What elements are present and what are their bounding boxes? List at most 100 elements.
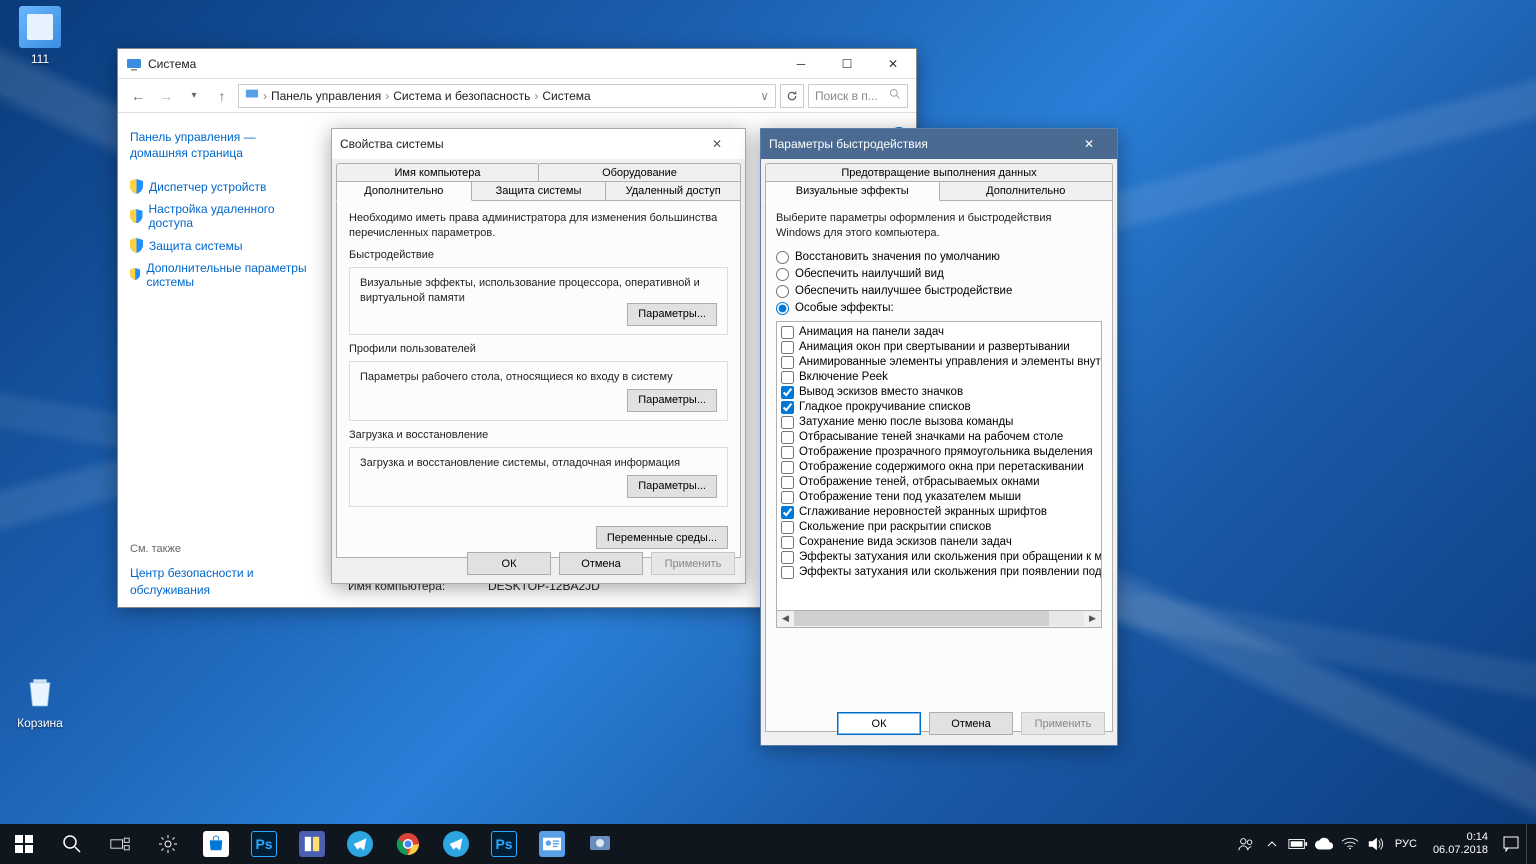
radio-best-appearance[interactable]: Обеспечить наилучший вид — [776, 268, 1102, 281]
apply-button[interactable]: Применить — [1021, 712, 1105, 735]
effect-checkbox[interactable]: Анимация окон при свертывании и разверты… — [779, 340, 1099, 355]
scroll-right-button[interactable]: ▶ — [1084, 611, 1101, 626]
volume-icon[interactable] — [1365, 824, 1387, 864]
effects-list[interactable]: Анимация на панели задачАнимация окон пр… — [776, 321, 1102, 611]
language-indicator[interactable]: РУС — [1391, 824, 1421, 864]
radio-default[interactable]: Восстановить значения по умолчанию — [776, 251, 1102, 264]
people-icon[interactable] — [1235, 824, 1257, 864]
battery-icon[interactable] — [1287, 824, 1309, 864]
checkbox[interactable] — [781, 506, 794, 519]
checkbox[interactable] — [781, 461, 794, 474]
taskbar-app-chrome[interactable] — [384, 824, 432, 864]
effect-checkbox[interactable]: Отображение тени под указателем мыши — [779, 490, 1099, 505]
sidebar-link-advanced[interactable]: Дополнительные параметры системы — [130, 257, 316, 293]
checkbox[interactable] — [781, 446, 794, 459]
effect-checkbox[interactable]: Сохранение вида эскизов панели задач — [779, 535, 1099, 550]
nav-up-button[interactable]: ↑ — [210, 84, 234, 108]
wifi-icon[interactable] — [1339, 824, 1361, 864]
search-button[interactable] — [48, 824, 96, 864]
checkbox[interactable] — [781, 431, 794, 444]
effect-checkbox[interactable]: Сглаживание неровностей экранных шрифтов — [779, 505, 1099, 520]
sidebar-link-device-manager[interactable]: Диспетчер устройств — [130, 175, 316, 198]
ok-button[interactable]: ОК — [467, 552, 551, 575]
checkbox[interactable] — [781, 566, 794, 579]
effect-checkbox[interactable]: Отбрасывание теней значками на рабочем с… — [779, 430, 1099, 445]
nav-back-button[interactable]: ← — [126, 84, 150, 108]
desktop-icon-folder[interactable]: 111 — [2, 6, 78, 66]
checkbox[interactable] — [781, 551, 794, 564]
effect-checkbox[interactable]: Гладкое прокручивание списков — [779, 400, 1099, 415]
search-input[interactable]: Поиск в п... — [808, 84, 908, 108]
tray-up-icon[interactable] — [1261, 824, 1283, 864]
checkbox[interactable] — [781, 416, 794, 429]
scroll-left-button[interactable]: ◀ — [777, 611, 794, 626]
tab-advanced[interactable]: Дополнительно — [336, 181, 472, 201]
taskbar-app-telegram2[interactable] — [432, 824, 480, 864]
desktop-icon-recycle[interactable]: Корзина — [2, 670, 78, 730]
sidebar-link-security-center[interactable]: Центр безопасности и обслуживания — [130, 565, 316, 597]
titlebar[interactable]: Система ─ ☐ ✕ — [118, 49, 916, 79]
checkbox[interactable] — [781, 326, 794, 339]
nav-forward-button[interactable]: → — [154, 84, 178, 108]
checkbox[interactable] — [781, 521, 794, 534]
nav-recent-button[interactable]: ▾ — [182, 84, 206, 108]
effect-checkbox[interactable]: Анимация на панели задач — [779, 325, 1099, 340]
maximize-button[interactable]: ☐ — [824, 49, 870, 78]
checkbox[interactable] — [781, 476, 794, 489]
close-button[interactable]: ✕ — [697, 130, 737, 159]
taskbar-app-totalcmd[interactable] — [288, 824, 336, 864]
close-button[interactable]: ✕ — [1069, 130, 1109, 159]
start-button[interactable] — [0, 824, 48, 864]
address-bar[interactable]: › Панель управления › Система и безопасн… — [238, 84, 776, 108]
radio-custom[interactable]: Особые эффекты: — [776, 302, 1102, 315]
horizontal-scrollbar[interactable]: ◀ ▶ — [776, 611, 1102, 628]
show-desktop-button[interactable] — [1526, 824, 1532, 864]
effect-checkbox[interactable]: Анимированные элементы управления и элем… — [779, 355, 1099, 370]
tab-remote[interactable]: Удаленный доступ — [605, 181, 741, 200]
checkbox[interactable] — [781, 341, 794, 354]
breadcrumb-item[interactable]: Система и безопасность — [393, 89, 530, 103]
effect-checkbox[interactable]: Вывод эскизов вместо значков — [779, 385, 1099, 400]
breadcrumb-item[interactable]: Система — [542, 89, 590, 103]
tab-dep[interactable]: Предотвращение выполнения данных — [765, 163, 1113, 182]
scroll-track[interactable] — [794, 611, 1084, 626]
tab-hardware[interactable]: Оборудование — [538, 163, 741, 182]
performance-params-button[interactable]: Параметры... — [627, 303, 717, 326]
checkbox[interactable] — [781, 491, 794, 504]
effect-checkbox[interactable]: Эффекты затухания или скольжения при поя… — [779, 565, 1099, 580]
taskbar-app-generic[interactable] — [576, 824, 624, 864]
ok-button[interactable]: ОК — [837, 712, 921, 735]
effect-checkbox[interactable]: Затухание меню после вызова команды — [779, 415, 1099, 430]
effect-checkbox[interactable]: Отображение теней, отбрасываемых окнами — [779, 475, 1099, 490]
cancel-button[interactable]: Отмена — [929, 712, 1013, 735]
sidebar-link-remote[interactable]: Настройка удаленного доступа — [130, 198, 316, 234]
minimize-button[interactable]: ─ — [778, 49, 824, 78]
tab-visual-effects[interactable]: Визуальные эффекты — [765, 181, 940, 201]
checkbox[interactable] — [781, 386, 794, 399]
onedrive-icon[interactable] — [1313, 824, 1335, 864]
radio-best-performance[interactable]: Обеспечить наилучшее быстродействие — [776, 285, 1102, 298]
effect-checkbox[interactable]: Отображение содержимого окна при перетас… — [779, 460, 1099, 475]
effect-checkbox[interactable]: Скольжение при раскрытии списков — [779, 520, 1099, 535]
checkbox[interactable] — [781, 536, 794, 549]
dialog-titlebar[interactable]: Свойства системы ✕ — [332, 129, 745, 159]
tab-protection[interactable]: Защита системы — [471, 181, 607, 200]
boot-params-button[interactable]: Параметры... — [627, 475, 717, 498]
taskbar-app-photoshop[interactable]: Ps — [240, 824, 288, 864]
apply-button[interactable]: Применить — [651, 552, 735, 575]
sidebar-home-link[interactable]: Панель управления — домашняя страница — [130, 129, 316, 161]
clock[interactable]: 0:14 06.07.2018 — [1425, 831, 1496, 857]
taskbar-app-telegram[interactable] — [336, 824, 384, 864]
taskbar-app-photoshop2[interactable]: Ps — [480, 824, 528, 864]
checkbox[interactable] — [781, 356, 794, 369]
effect-checkbox[interactable]: Отображение прозрачного прямоугольника в… — [779, 445, 1099, 460]
tab-advanced[interactable]: Дополнительно — [939, 181, 1114, 200]
breadcrumb-item[interactable]: Панель управления — [271, 89, 381, 103]
taskbar-app-store[interactable] — [192, 824, 240, 864]
settings-button[interactable] — [144, 824, 192, 864]
dialog-titlebar[interactable]: Параметры быстродействия ✕ — [761, 129, 1117, 159]
env-vars-button[interactable]: Переменные среды... — [596, 526, 728, 549]
cancel-button[interactable]: Отмена — [559, 552, 643, 575]
profiles-params-button[interactable]: Параметры... — [627, 389, 717, 412]
taskview-button[interactable] — [96, 824, 144, 864]
